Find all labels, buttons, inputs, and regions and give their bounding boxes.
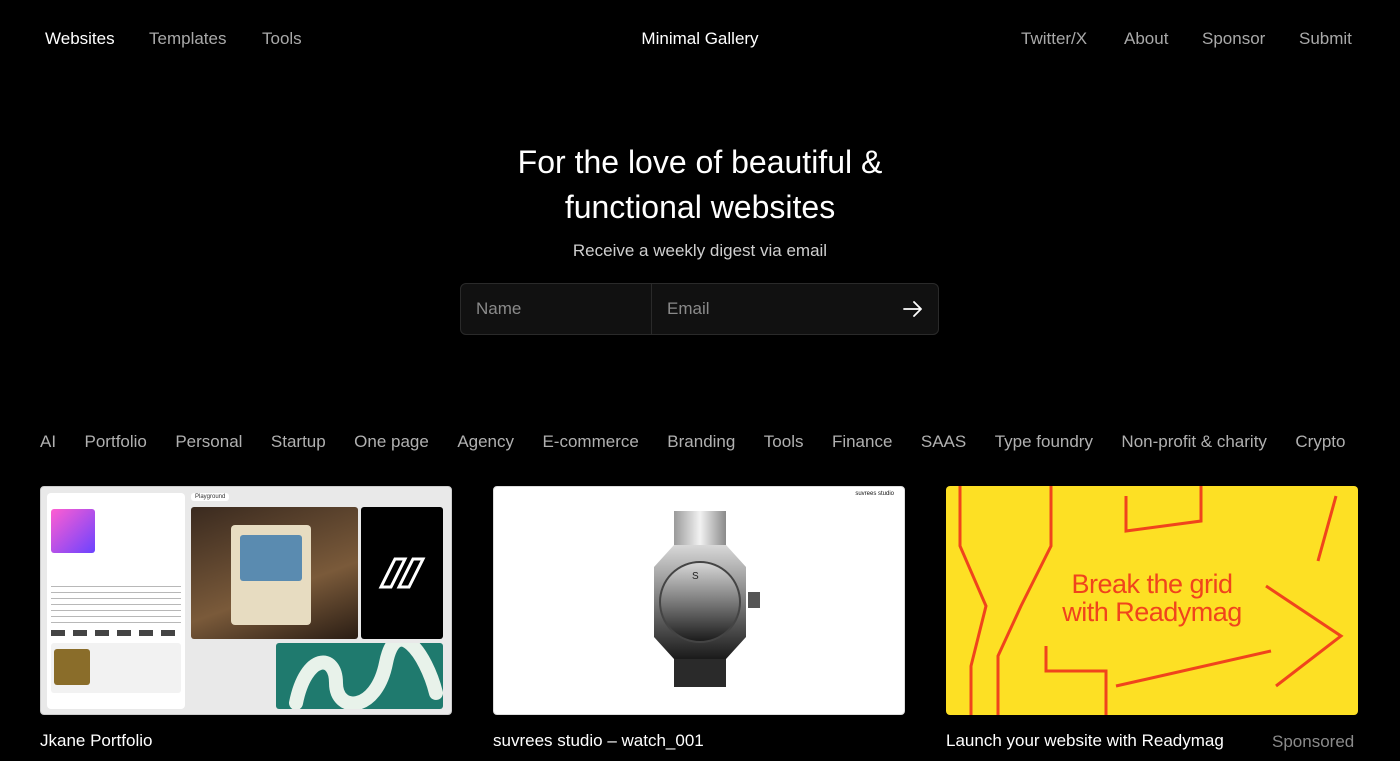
nav-sponsor[interactable]: Sponsor bbox=[1202, 29, 1265, 49]
readymag-ad-headline: Break the grid with Readymag bbox=[946, 570, 1358, 626]
preview-client-logos bbox=[51, 630, 181, 636]
category-e-commerce[interactable]: E-commerce bbox=[542, 432, 638, 452]
nav-about[interactable]: About bbox=[1124, 29, 1168, 49]
category-personal[interactable]: Personal bbox=[175, 432, 242, 452]
category-non-profit[interactable]: Non-profit & charity bbox=[1121, 432, 1267, 452]
script-lettering-icon bbox=[289, 643, 443, 709]
hero-title-line-2: functional websites bbox=[564, 189, 836, 225]
category-saas[interactable]: SAAS bbox=[921, 432, 966, 452]
preview-computer bbox=[231, 525, 311, 625]
preview-teal-photo bbox=[276, 643, 443, 709]
preview-playground-label: Playground bbox=[191, 493, 230, 501]
card-title-suvrees[interactable]: suvrees studio – watch_001 bbox=[493, 731, 704, 751]
category-portfolio[interactable]: Portfolio bbox=[85, 432, 147, 452]
hero-title: For the love of beautiful & functional w… bbox=[0, 140, 1400, 230]
preview-profile-panel bbox=[47, 493, 185, 709]
category-one-page[interactable]: One page bbox=[354, 432, 429, 452]
subscribe-form bbox=[460, 283, 939, 335]
category-type-foundry[interactable]: Type foundry bbox=[995, 432, 1093, 452]
hero-title-line-1: For the love of beautiful & bbox=[517, 144, 883, 180]
preview-avatar bbox=[51, 509, 95, 553]
preview-project-thumb bbox=[54, 649, 90, 685]
email-input[interactable] bbox=[652, 284, 888, 334]
card-title-jkane[interactable]: Jkane Portfolio bbox=[40, 731, 152, 751]
preview-bio-text bbox=[51, 583, 181, 623]
nav-submit[interactable]: Submit bbox=[1299, 29, 1352, 49]
category-tools[interactable]: Tools bbox=[764, 432, 804, 452]
subscribe-submit-button[interactable] bbox=[888, 284, 938, 334]
category-crypto[interactable]: Crypto bbox=[1295, 432, 1345, 452]
gallery-card-jkane[interactable]: Playground bbox=[40, 486, 452, 715]
jk-logo-icon bbox=[378, 557, 426, 589]
preview-retro-computer-photo bbox=[191, 507, 358, 639]
preview-logo-tile bbox=[361, 507, 443, 639]
preview-computer-screen bbox=[240, 535, 302, 581]
category-filter-bar: AI Portfolio Personal Startup One page A… bbox=[40, 432, 1400, 456]
nav-twitter[interactable]: Twitter/X bbox=[1021, 29, 1087, 49]
svg-text:S: S bbox=[692, 571, 699, 582]
card-title-readymag[interactable]: Launch your website with Readymag bbox=[946, 731, 1224, 751]
name-input[interactable] bbox=[461, 284, 652, 334]
ad-line-1: Break the grid bbox=[1071, 569, 1233, 599]
watch-image: S bbox=[654, 511, 760, 687]
category-finance[interactable]: Finance bbox=[832, 432, 892, 452]
category-ai[interactable]: AI bbox=[40, 432, 56, 452]
sponsored-badge: Sponsored bbox=[1272, 732, 1355, 751]
gallery-card-suvrees[interactable]: suvrees studio S bbox=[493, 486, 905, 715]
category-agency[interactable]: Agency bbox=[457, 432, 514, 452]
category-branding[interactable]: Branding bbox=[667, 432, 735, 452]
hero-subtitle: Receive a weekly digest via email bbox=[572, 241, 828, 260]
top-navigation: Websites Templates Tools Minimal Gallery… bbox=[0, 0, 1400, 78]
site-brand[interactable]: Minimal Gallery bbox=[0, 29, 1400, 49]
sponsored-card-readymag[interactable]: Break the grid with Readymag bbox=[946, 486, 1358, 715]
preview-project-card bbox=[51, 643, 181, 693]
category-startup[interactable]: Startup bbox=[271, 432, 326, 452]
ad-line-2: with Readymag bbox=[1062, 597, 1242, 627]
arrow-right-icon bbox=[903, 301, 922, 317]
